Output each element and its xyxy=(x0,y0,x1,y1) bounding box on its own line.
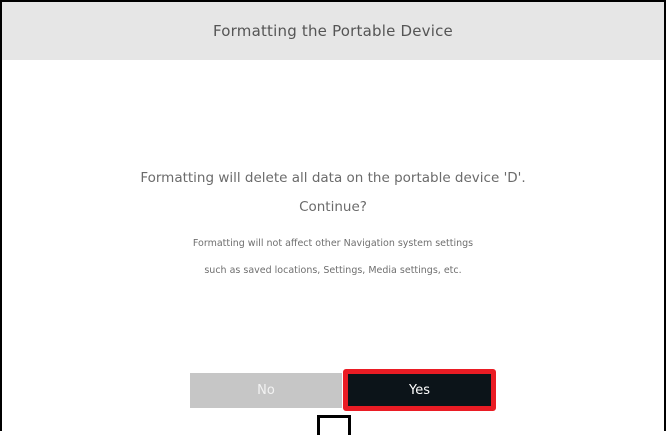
warning-message: Formatting will delete all data on the p… xyxy=(140,170,526,186)
note-line-2: such as saved locations, Settings, Media… xyxy=(204,265,462,276)
bottom-marker-box xyxy=(317,415,351,435)
no-button[interactable]: No xyxy=(190,373,342,408)
note-line-1: Formatting will not affect other Navigat… xyxy=(192,238,474,249)
dialog-title-bar: Formatting the Portable Device xyxy=(2,2,664,60)
continue-prompt: Continue? xyxy=(299,199,367,215)
dialog-title: Formatting the Portable Device xyxy=(212,22,453,40)
format-dialog: Formatting the Portable Device Formattin… xyxy=(0,0,666,431)
yes-button[interactable]: Yes xyxy=(343,369,496,411)
